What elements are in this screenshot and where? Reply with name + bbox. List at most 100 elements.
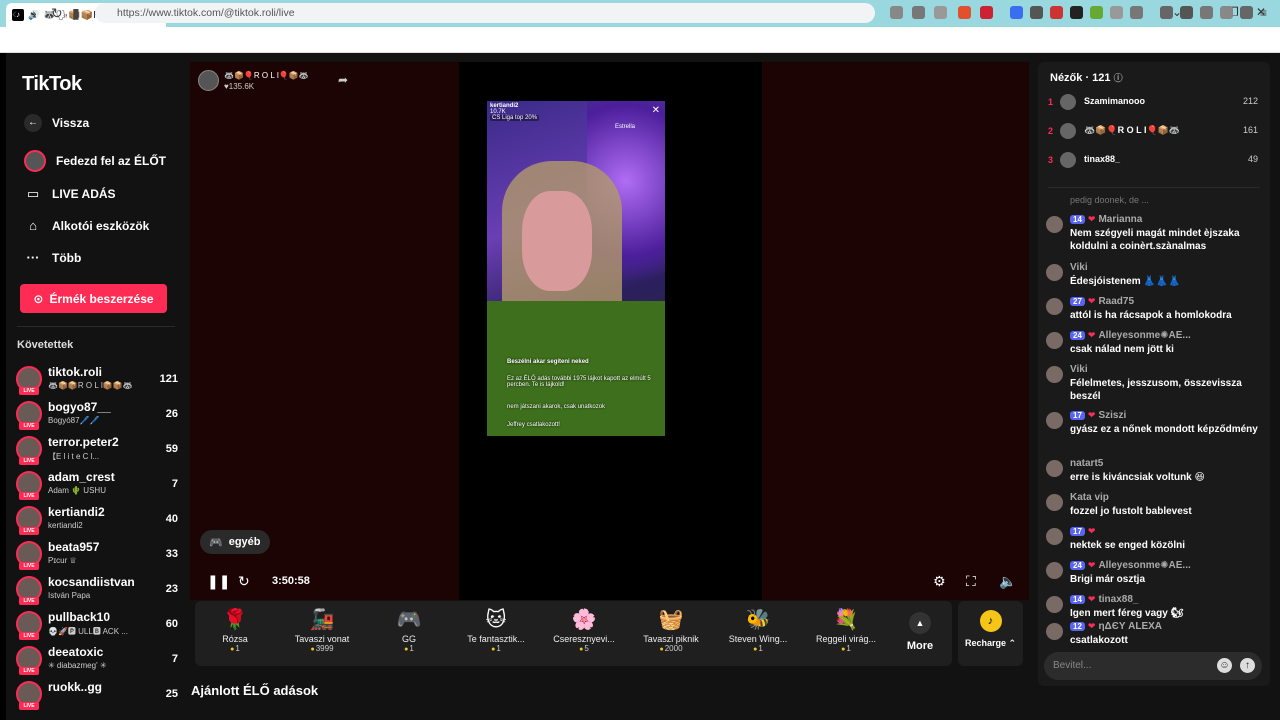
menu-back[interactable]: ← Vissza <box>24 114 89 132</box>
video-face <box>522 191 592 291</box>
extension-icon[interactable] <box>1130 6 1143 19</box>
following-name: adam_crest <box>48 470 115 484</box>
top-viewer-row[interactable]: 2 🦝📦🎈R O L I🎈📦🦝 161 <box>1048 121 1262 141</box>
viewer-name: Szamimanooo <box>1084 96 1146 106</box>
settings-icon[interactable]: ⚙ <box>933 573 946 590</box>
following-item[interactable]: LIVE kocsandiistvan István Papa 23 <box>16 575 182 607</box>
live-badge: LIVE <box>19 667 39 675</box>
avatar[interactable] <box>1046 528 1063 545</box>
following-item[interactable]: LIVE terror.peter2 【E l i t e C l... 59 <box>16 435 182 467</box>
chevron-up-icon: ▲ <box>909 612 931 634</box>
video-shirt <box>487 301 665 436</box>
avatar[interactable] <box>1046 562 1063 579</box>
category-tag[interactable]: 🎮 egyéb <box>200 530 270 554</box>
level-badge: 12 <box>1070 622 1085 631</box>
avatar[interactable] <box>1046 596 1063 613</box>
brave-shield-icon[interactable] <box>958 6 971 19</box>
live-video[interactable]: kertiandi2 10.7K CS Liga top 20% Estrell… <box>487 101 665 436</box>
more-gifts-button[interactable]: ▲ More <box>900 612 940 652</box>
tiktok-logo[interactable]: TikTok <box>22 73 82 96</box>
host-name: 🦝📦🎈R O L I🎈📦🦝 <box>224 71 309 80</box>
extension-icon[interactable] <box>1090 6 1103 19</box>
following-item[interactable]: LIVE kertiandi2 kertiandi2 40 <box>16 505 182 537</box>
extension-icon[interactable] <box>1110 6 1123 19</box>
chat-username: Viki <box>1070 262 1088 273</box>
info-icon[interactable]: ⓘ <box>1114 73 1123 83</box>
following-subtitle: Adam 🌵 USHU <box>48 486 106 495</box>
following-item[interactable]: LIVE pullback10 💀🚀🅿 ULL🅱 ACK ... 60 <box>16 610 182 642</box>
hls-extension-icon[interactable] <box>1050 6 1063 19</box>
menu-more[interactable]: ··· Több <box>24 250 82 265</box>
avatar[interactable] <box>1046 494 1063 511</box>
zoom-icon[interactable] <box>912 6 925 19</box>
following-title: Követettek <box>17 339 74 351</box>
gift-price: 5 <box>546 644 622 653</box>
following-item[interactable]: LIVE tiktok.roli 🦝📦📦R O L I📦📦🦝 121 <box>16 365 182 397</box>
send-icon[interactable]: ↑ <box>1240 658 1255 673</box>
host-avatar[interactable] <box>198 70 219 91</box>
creator-tools-icon: ⌂ <box>29 218 37 233</box>
avatar[interactable] <box>1046 332 1063 349</box>
volume-icon[interactable]: 🔈 <box>999 573 1016 590</box>
viewers-title[interactable]: Nézők · 121 ⓘ <box>1050 71 1123 84</box>
reload-icon[interactable]: ↻ <box>51 5 63 22</box>
extension-icon[interactable] <box>1030 6 1043 19</box>
heart-icon: ❤ <box>1087 410 1096 420</box>
menu-icon[interactable]: ≡ <box>1260 6 1273 20</box>
avatar[interactable] <box>1046 366 1063 383</box>
following-item[interactable]: LIVE beata957 Pɪcur ♕ 33 <box>16 540 182 572</box>
viewer-rank: 3 <box>1048 155 1054 165</box>
following-item[interactable]: LIVE ruokk..gg 25 <box>16 680 182 712</box>
avatar[interactable] <box>1046 412 1063 429</box>
sidebar-icon[interactable] <box>1180 6 1193 19</box>
menu-label: Alkotói eszközök <box>52 218 150 233</box>
back-icon[interactable]: ‹ <box>12 5 17 21</box>
gift-item[interactable]: 🌸 Cseresznyevi...5 <box>546 606 622 653</box>
forward-icon[interactable]: › <box>32 5 37 21</box>
menu-live[interactable]: ▭ LIVE ADÁS <box>24 186 116 202</box>
following-item[interactable]: LIVE adam_crest Adam 🌵 USHU 7 <box>16 470 182 502</box>
url-input[interactable]: https://www.tiktok.com/@tiktok.roli/live <box>95 3 875 23</box>
following-item[interactable]: LIVE bogyo87__ Bogyó87🖊️🖊️ 26 <box>16 400 182 432</box>
avatar[interactable] <box>1046 460 1063 477</box>
gift-item[interactable]: 🌹 Rózsa1 <box>197 606 273 653</box>
avatar[interactable] <box>1046 298 1063 315</box>
avatar[interactable] <box>1046 216 1063 233</box>
gift-item[interactable]: 💐 Reggeli virág...1 <box>808 606 884 653</box>
gift-item[interactable]: 🐱 Te fantasztik...1 <box>458 606 534 653</box>
menu-explore-live[interactable]: Fedezd fel az ÉLŐT <box>24 150 166 172</box>
video-comment: nem játszani akarok, csak unatkozok <box>507 404 606 410</box>
coin-button-label: Érmék beszerzése <box>49 291 154 306</box>
avatar[interactable] <box>1046 623 1063 640</box>
chat-user: 24 ❤ Alleyesonme✺AE... <box>1070 560 1191 571</box>
gift-item[interactable]: 🎮 GG1 <box>371 606 447 653</box>
downloads-icon[interactable] <box>1220 6 1233 19</box>
rewards-icon[interactable] <box>980 6 993 19</box>
share-icon[interactable]: ➦ <box>338 73 348 87</box>
translate-icon[interactable] <box>890 6 903 19</box>
extension-icon[interactable] <box>1010 6 1023 19</box>
top-viewer-row[interactable]: 1 Szamimanooo 212 <box>1048 92 1262 112</box>
top-viewer-row[interactable]: 3 tinax88_ 49 <box>1048 150 1262 170</box>
following-item[interactable]: LIVE deeatoxic ✳ diabazmeg' ✳ 7 <box>16 645 182 677</box>
vpn-icon[interactable] <box>1240 6 1253 19</box>
pause-icon[interactable]: ❚❚ <box>207 573 230 590</box>
gift-item[interactable]: 🧺 Tavaszi piknik2000 <box>633 606 709 653</box>
extension-icon[interactable] <box>1070 6 1083 19</box>
emoji-icon[interactable]: ☺ <box>1217 658 1232 673</box>
share-icon[interactable] <box>934 6 947 19</box>
refresh-icon[interactable]: ↻ <box>238 573 250 590</box>
media-icon[interactable] <box>1160 6 1173 19</box>
gift-price: 3999 <box>284 644 360 653</box>
gift-item[interactable]: 🚂 Tavaszi vonat3999 <box>284 606 360 653</box>
avatar[interactable] <box>1046 264 1063 281</box>
recharge-button[interactable]: ♪ Recharge ⌃ <box>958 601 1023 666</box>
bookmark-icon[interactable]: ▮ <box>72 5 80 22</box>
wallet-icon[interactable] <box>1200 6 1213 19</box>
get-coins-button[interactable]: ⊙ Érmék beszerzése <box>20 284 167 313</box>
menu-creator-tools[interactable]: ⌂ Alkotói eszközök <box>24 218 149 233</box>
menu-label: Fedezd fel az ÉLŐT <box>56 154 167 168</box>
fullscreen-icon[interactable]: ⛶ <box>966 573 976 590</box>
gift-item[interactable]: 🐝 Steven Wing...1 <box>720 606 796 653</box>
following-name: bogyo87__ <box>48 400 111 414</box>
